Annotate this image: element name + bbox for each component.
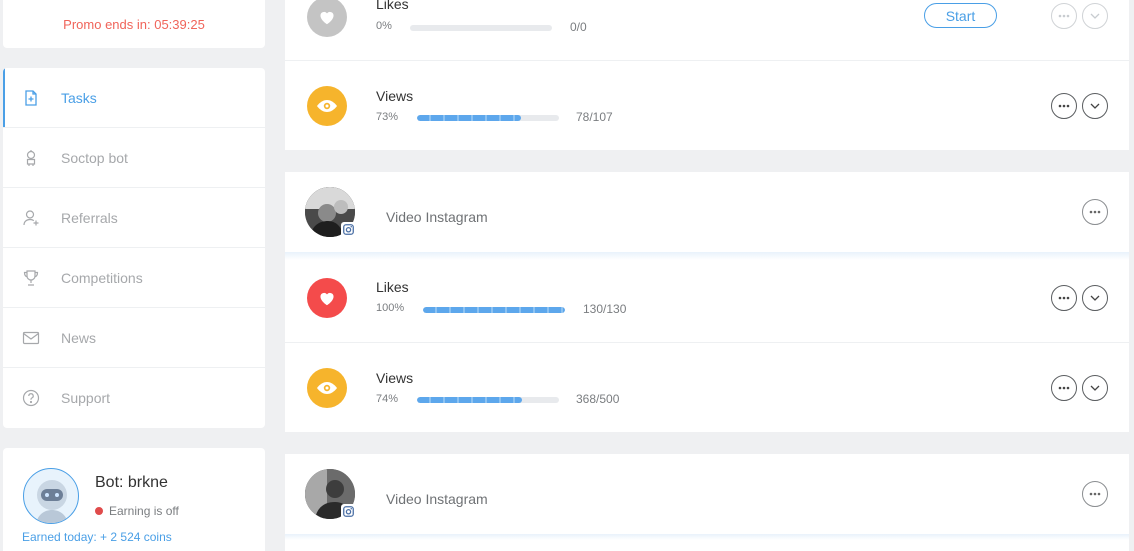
expand-button[interactable] <box>1082 93 1108 119</box>
sidebar-item-label: Soctop bot <box>61 149 128 166</box>
sidebar-item-label: Referrals <box>61 209 118 226</box>
bot-status: Earning is off <box>95 504 179 518</box>
tasks-icon <box>22 89 40 107</box>
more-icon <box>1058 386 1070 390</box>
chevron-down-icon <box>1090 385 1100 391</box>
eye-icon <box>307 368 347 408</box>
sidebar-item-referrals[interactable]: Referrals <box>3 188 265 248</box>
task-row-likes: Likes 100% 130/130 <box>285 260 1129 342</box>
more-button[interactable] <box>1051 285 1077 311</box>
progress-bar <box>417 115 559 121</box>
chevron-down-icon <box>1090 103 1100 109</box>
progress-bar <box>417 397 559 403</box>
progress-count: 78/107 <box>576 110 613 124</box>
sidebar-item-soctop-bot[interactable]: Soctop bot <box>3 128 265 188</box>
sidebar-item-tasks[interactable]: Tasks <box>3 68 265 128</box>
promo-countdown: Promo ends in: 05:39:25 <box>63 17 205 32</box>
start-button[interactable]: Start <box>924 3 997 28</box>
promo-card: Promo ends in: 05:39:25 <box>3 0 265 48</box>
robot-icon <box>22 149 40 167</box>
add-user-icon <box>22 209 40 227</box>
heart-icon <box>307 0 347 37</box>
more-button[interactable] <box>1051 3 1077 29</box>
sidebar-item-label: Competitions <box>61 269 143 286</box>
task-row-views: Views 74% 368/500 <box>285 343 1129 432</box>
expand-button[interactable] <box>1082 3 1108 29</box>
trophy-icon <box>22 269 40 287</box>
more-icon <box>1089 210 1101 214</box>
progress-bar <box>410 25 552 31</box>
chevron-down-icon <box>1090 295 1100 301</box>
more-icon <box>1089 492 1101 496</box>
heart-icon <box>307 278 347 318</box>
bot-status-text: Earning is off <box>109 504 179 518</box>
section-separator <box>285 252 1129 260</box>
service-name: Likes <box>376 279 409 295</box>
progress-percent: 100% <box>376 302 405 314</box>
post-title: Video Instagram <box>386 491 488 507</box>
sidebar-item-news[interactable]: News <box>3 308 265 368</box>
task-row-likes: Likes 0% 0/0 Start <box>285 0 1129 60</box>
more-icon <box>1058 296 1070 300</box>
progress-fill <box>417 397 523 403</box>
bot-card: Bot: brkne Earning is off Earned today: … <box>3 448 265 551</box>
sidebar-item-label: Tasks <box>61 89 97 106</box>
service-name: Views <box>376 88 414 104</box>
more-icon <box>1058 104 1070 108</box>
eye-icon <box>307 86 347 126</box>
progress-fill <box>417 115 521 121</box>
sidebar-item-support[interactable]: Support <box>3 368 265 428</box>
task-row-partial <box>285 540 1129 551</box>
post-header: Video Instagram <box>285 172 1129 252</box>
post-title: Video Instagram <box>386 209 488 225</box>
earned-today: Earned today: + 2 524 coins <box>22 530 172 544</box>
progress-count: 368/500 <box>576 392 620 406</box>
service-name: Views <box>376 370 414 386</box>
progress-fill <box>423 307 565 313</box>
instagram-icon <box>341 222 356 237</box>
instagram-icon <box>341 504 356 519</box>
sidebar-item-label: News <box>61 329 97 346</box>
task-row-views: Views 73% 78/107 <box>285 61 1129 150</box>
more-button[interactable] <box>1082 481 1108 507</box>
service-name: Likes <box>376 0 409 12</box>
progress-bar <box>423 307 565 313</box>
more-button[interactable] <box>1051 375 1077 401</box>
status-dot <box>95 507 103 515</box>
progress-percent: 74% <box>376 393 399 405</box>
progress-count: 130/130 <box>583 302 627 316</box>
progress-count: 0/0 <box>570 20 587 34</box>
progress-percent: 0% <box>376 20 392 32</box>
sidebar-item-label: Support <box>61 390 111 406</box>
help-icon <box>22 389 40 407</box>
chevron-down-icon <box>1090 13 1100 19</box>
envelope-icon <box>22 329 40 347</box>
post-header: Video Instagram <box>285 454 1129 534</box>
bot-avatar <box>23 468 79 524</box>
bot-name: Bot: brkne <box>95 474 168 491</box>
more-icon <box>1058 14 1070 18</box>
progress-percent: 73% <box>376 111 399 123</box>
more-button[interactable] <box>1082 199 1108 225</box>
expand-button[interactable] <box>1082 285 1108 311</box>
sidebar-item-competitions[interactable]: Competitions <box>3 248 265 308</box>
sidebar-menu: Tasks Soctop bot Referrals Competitions … <box>3 68 265 428</box>
expand-button[interactable] <box>1082 375 1108 401</box>
more-button[interactable] <box>1051 93 1077 119</box>
